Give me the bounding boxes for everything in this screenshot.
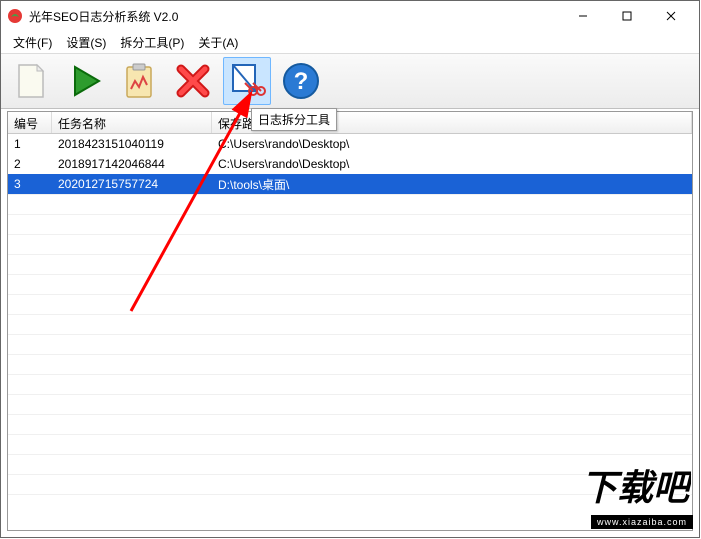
empty-row [8,294,692,314]
grid-header: 编号 任务名称 保存路径 [8,112,692,134]
watermark-url: www.xiazaiba.com [591,515,693,529]
empty-row [8,394,692,414]
delete-x-icon [173,61,213,101]
cell-path: D:\tools\桌面\ [212,174,692,195]
empty-row [8,414,692,434]
cell-name: 2018423151040119 [52,135,212,153]
empty-row [8,254,692,274]
split-tool-button[interactable] [223,57,271,105]
cell-id: 2 [8,155,52,173]
titlebar: 光年SEO日志分析系统 V2.0 [1,1,699,31]
menu-about[interactable]: 关于(A) [192,32,244,53]
watermark-logo: 下载吧 [541,462,691,513]
empty-row [8,274,692,294]
cell-name: 2018917142046844 [52,155,212,173]
new-task-button[interactable] [7,57,55,105]
window-controls [561,2,693,30]
new-doc-icon [11,61,51,101]
empty-row [8,334,692,354]
close-button[interactable] [649,2,693,30]
cell-id: 3 [8,175,52,193]
help-icon: ? [281,61,321,101]
svg-text:?: ? [294,68,309,95]
toolbar: ? 日志拆分工具 [1,53,699,109]
menubar: 文件(F) 设置(S) 拆分工具(P) 关于(A) [1,31,699,53]
app-icon [7,8,23,24]
minimize-button[interactable] [561,2,605,30]
window-title: 光年SEO日志分析系统 V2.0 [29,8,561,25]
grid-body: 12018423151040119C:\Users\rando\Desktop\… [8,134,692,514]
header-name[interactable]: 任务名称 [52,112,212,133]
split-tool-icon [227,61,267,101]
run-button[interactable] [61,57,109,105]
play-icon [65,61,105,101]
empty-row [8,374,692,394]
menu-file[interactable]: 文件(F) [7,32,58,53]
cell-path: C:\Users\rando\Desktop\ [212,135,692,153]
empty-row [8,314,692,334]
cell-id: 1 [8,135,52,153]
svg-text:下载吧: 下载吧 [581,467,691,508]
empty-row [8,434,692,454]
delete-button[interactable] [169,57,217,105]
maximize-button[interactable] [605,2,649,30]
cell-path: C:\Users\rando\Desktop\ [212,155,692,173]
empty-row [8,354,692,374]
clipboard-icon [119,61,159,101]
report-button[interactable] [115,57,163,105]
cell-name: 202012715757724 [52,175,212,193]
table-row[interactable]: 12018423151040119C:\Users\rando\Desktop\ [8,134,692,154]
empty-row [8,194,692,214]
header-id[interactable]: 编号 [8,112,52,133]
help-button[interactable]: ? [277,57,325,105]
app-window: 光年SEO日志分析系统 V2.0 文件(F) 设置(S) 拆分工具(P) 关于(… [0,0,700,538]
empty-row [8,214,692,234]
menu-split-tools[interactable]: 拆分工具(P) [114,32,190,53]
tooltip-split-tool: 日志拆分工具 [251,108,337,131]
menu-settings[interactable]: 设置(S) [60,32,112,53]
empty-row [8,234,692,254]
table-row[interactable]: 3202012715757724D:\tools\桌面\ [8,174,692,194]
table-row[interactable]: 22018917142046844C:\Users\rando\Desktop\ [8,154,692,174]
